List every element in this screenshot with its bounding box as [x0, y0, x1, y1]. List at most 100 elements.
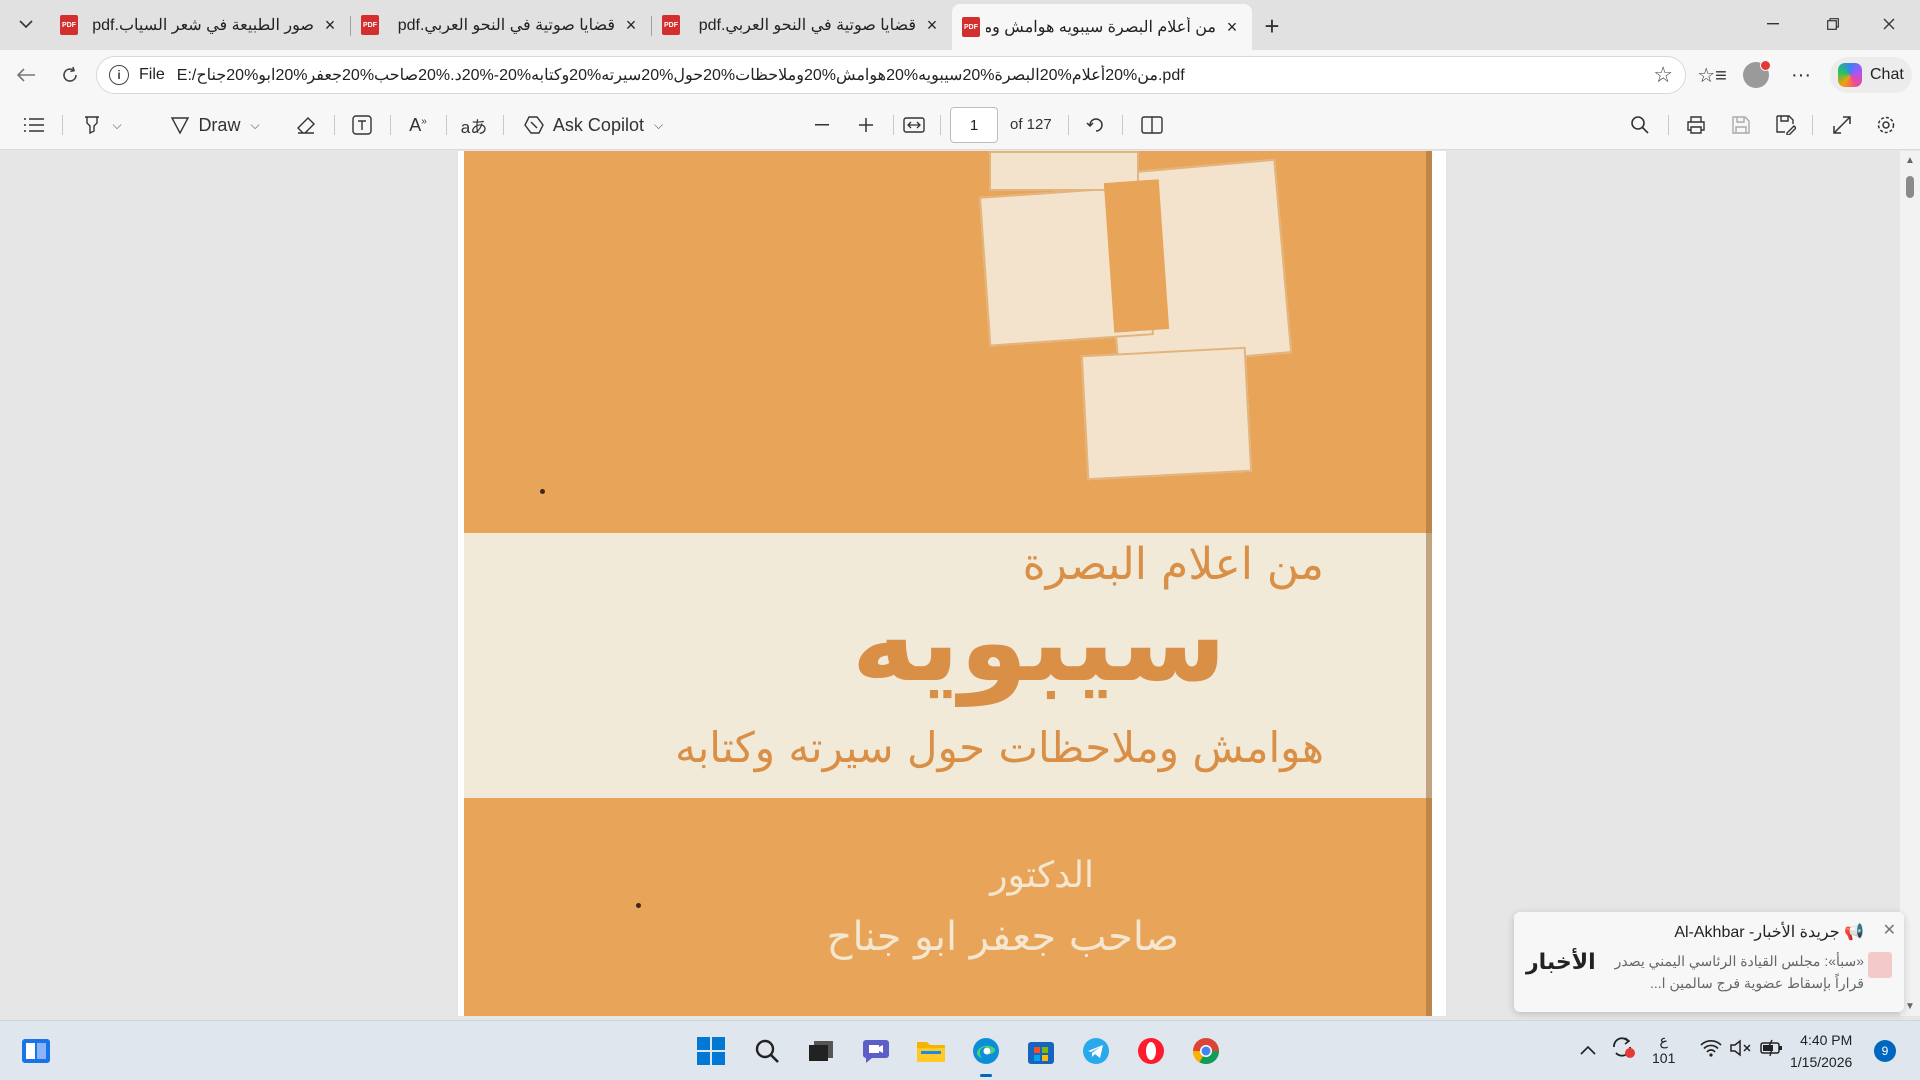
profile-button[interactable]	[1740, 59, 1772, 91]
task-view-icon	[809, 1041, 833, 1061]
print-button[interactable]	[1680, 109, 1712, 141]
input-language-button[interactable]: ع 101	[1652, 1031, 1675, 1067]
scroll-down-arrow-icon[interactable]: ▼	[1905, 1001, 1915, 1012]
plus-icon	[859, 118, 873, 132]
volume-button[interactable]	[1730, 1039, 1752, 1062]
search-button[interactable]	[749, 1033, 785, 1069]
windows-logo-icon	[697, 1037, 725, 1065]
sync-status-button[interactable]	[1610, 1035, 1636, 1064]
tab-2[interactable]: PDF قضايا صوتية في النحو العربي.pdf ×	[652, 4, 952, 46]
read-aloud-button[interactable]: A»	[402, 109, 434, 141]
save-button[interactable]	[1725, 109, 1757, 141]
notification-count-badge[interactable]: 9	[1874, 1040, 1896, 1062]
battery-button[interactable]	[1760, 1039, 1784, 1062]
cover-square-decoration	[1103, 179, 1170, 333]
highlight-button[interactable]: ⌵	[74, 109, 130, 141]
draw-button[interactable]: Draw ⌵	[155, 109, 275, 141]
back-button[interactable]	[10, 59, 42, 91]
edge-button[interactable]	[968, 1033, 1004, 1077]
close-icon[interactable]: ×	[1222, 17, 1242, 37]
find-button[interactable]	[1624, 109, 1656, 141]
edge-icon	[973, 1038, 999, 1064]
expand-icon	[1833, 116, 1851, 134]
more-options-button[interactable]: ···	[1785, 59, 1817, 91]
url-bar[interactable]: i File E:/من%20أعلام%20البصرة%20سيبويه%2…	[96, 56, 1686, 94]
widgets-icon	[22, 1039, 50, 1063]
settings-button[interactable]	[1870, 109, 1902, 141]
page-view-button[interactable]	[1136, 109, 1168, 141]
pdf-file-icon: PDF	[361, 15, 379, 35]
rotate-button[interactable]	[1080, 109, 1112, 141]
draw-icon	[171, 117, 190, 135]
tab-1[interactable]: PDF قضايا صوتية في النحو العربي.pdf ×	[351, 4, 651, 46]
chevron-down-icon[interactable]: ⌵	[112, 118, 121, 133]
pdf-file-icon: PDF	[662, 15, 680, 35]
cover-author-name: صاحب جعفر ابو جناح	[826, 914, 1179, 960]
pdf-page[interactable]: من اعلام البصرة سيبويه هوامش وملاحظات حو…	[458, 151, 1446, 1016]
erase-button[interactable]	[290, 109, 322, 141]
show-hidden-icons-button[interactable]	[1580, 1039, 1596, 1060]
save-as-button[interactable]	[1770, 109, 1802, 141]
chevron-down-icon[interactable]: ⌵	[654, 118, 663, 133]
tab-3-active[interactable]: PDF من أعلام البصرة سيبويه هوامش وملا ×	[952, 4, 1252, 50]
close-icon[interactable]: ×	[320, 15, 340, 35]
close-icon[interactable]: ×	[621, 15, 641, 35]
url-text[interactable]: E:/من%20أعلام%20البصرة%20سيبويه%20هوامش%…	[177, 65, 1653, 85]
chrome-icon	[1192, 1038, 1220, 1065]
refresh-button[interactable]	[54, 59, 86, 91]
copilot-chat-button[interactable]: Chat	[1830, 57, 1912, 93]
toolbar-divider	[940, 115, 941, 135]
notification-toast[interactable]: ✕ 📢 جريدة الأخبار- Al-Akhbar «سبأ»: مجلس…	[1514, 912, 1904, 1012]
text-box-icon	[352, 115, 372, 135]
tab-actions-menu-button[interactable]	[10, 8, 42, 40]
minimize-button[interactable]	[1750, 6, 1796, 42]
fit-to-width-button[interactable]	[898, 109, 930, 141]
close-icon[interactable]: ×	[922, 15, 942, 35]
translate-button[interactable]: aあ	[458, 109, 490, 141]
network-button[interactable]	[1700, 1039, 1722, 1062]
telegram-button[interactable]	[1078, 1033, 1114, 1069]
list-icon	[24, 118, 44, 132]
tab-title: صور الطبيعة في شعر السياب.pdf	[92, 17, 314, 34]
ellipsis-icon: ···	[1791, 63, 1811, 86]
microsoft-store-button[interactable]	[1023, 1033, 1059, 1069]
zoom-in-button[interactable]	[850, 109, 882, 141]
close-icon[interactable]: ✕	[1883, 920, 1896, 940]
close-window-button[interactable]	[1866, 6, 1912, 42]
restore-button[interactable]	[1810, 6, 1856, 42]
pdf-toolbar: ⌵ Draw ⌵ A» aあ Ask Copilot ⌵ 1 of 127	[0, 100, 1920, 150]
favorites-button[interactable]: ☆≡	[1696, 59, 1728, 91]
table-of-contents-button[interactable]	[18, 109, 50, 141]
scroll-up-arrow-icon[interactable]: ▲	[1905, 155, 1915, 166]
zoom-out-button[interactable]	[806, 109, 838, 141]
start-button[interactable]	[693, 1033, 729, 1069]
close-icon	[1883, 18, 1895, 30]
ask-copilot-button[interactable]: Ask Copilot ⌵	[518, 109, 668, 141]
toolbar-divider	[334, 115, 335, 135]
tab-0[interactable]: PDF صور الطبيعة في شعر السياب.pdf ×	[50, 4, 350, 46]
pdf-viewer[interactable]: من اعلام البصرة سيبويه هوامش وملاحظات حو…	[0, 151, 1920, 1016]
page-total-label: of 127	[1010, 116, 1052, 133]
scrollbar-thumb[interactable]	[1906, 176, 1914, 198]
megaphone-icon: 📢	[1844, 924, 1864, 941]
star-icon[interactable]: ☆	[1653, 62, 1673, 88]
opera-button[interactable]	[1133, 1033, 1169, 1069]
full-screen-button[interactable]	[1826, 109, 1858, 141]
task-view-button[interactable]	[803, 1033, 839, 1069]
clock[interactable]: 4:40 PM 1/15/2026	[1790, 1029, 1852, 1073]
draw-label: Draw	[198, 114, 241, 135]
teams-chat-button[interactable]	[858, 1033, 894, 1069]
printer-icon	[1687, 116, 1705, 134]
info-icon[interactable]: i	[109, 65, 129, 85]
toolbar-divider	[1068, 115, 1069, 135]
file-explorer-button[interactable]	[913, 1033, 949, 1069]
new-tab-button[interactable]: +	[1256, 10, 1288, 42]
page-number-input[interactable]: 1	[950, 107, 998, 143]
add-text-button[interactable]	[346, 109, 378, 141]
chevron-down-icon	[19, 20, 33, 29]
chevron-down-icon[interactable]: ⌵	[250, 118, 259, 133]
chrome-button[interactable]	[1188, 1033, 1224, 1069]
gear-icon	[1877, 116, 1895, 134]
widgets-button[interactable]	[18, 1033, 54, 1069]
vertical-scrollbar[interactable]: ▲ ▼	[1900, 151, 1920, 1016]
